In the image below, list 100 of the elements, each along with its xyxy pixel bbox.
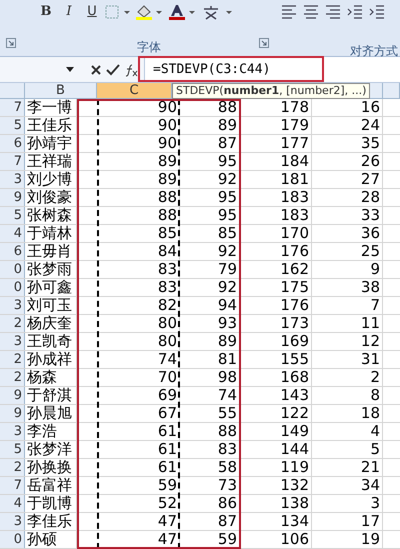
align-left-icon[interactable] (280, 3, 298, 21)
insert-function-icon[interactable] (124, 62, 138, 76)
table-cell: 92 (218, 171, 237, 188)
table-cell: 98 (218, 369, 237, 386)
table-cell: 85 (158, 225, 177, 242)
row-number: 4 (14, 495, 22, 512)
table-cell: 73 (218, 477, 237, 494)
table-cell: 119 (280, 459, 309, 476)
table-cell: 12 (360, 333, 380, 350)
decrease-indent-icon[interactable] (346, 3, 364, 21)
table-cell: 179 (280, 117, 309, 134)
table-cell: 132 (280, 477, 309, 494)
column-header[interactable]: C (97, 83, 172, 98)
table-cell: 36 (360, 225, 380, 242)
row-number: 2 (14, 315, 22, 332)
table-cell: 83 (158, 261, 177, 278)
table-cell: 81 (218, 351, 237, 368)
align-right-icon[interactable] (324, 3, 342, 21)
table-cell: 176 (280, 243, 309, 260)
table-cell: 9 (370, 261, 380, 278)
table-cell: 170 (280, 225, 309, 242)
table-cell: 26 (360, 153, 380, 170)
table-cell: 94 (218, 297, 237, 314)
table-cell: 86 (218, 495, 237, 512)
row-number: 6 (14, 135, 22, 152)
font-style-button[interactable]: I (59, 2, 79, 22)
table-cell: 于舒淇 (27, 387, 72, 404)
table-cell: 25 (360, 243, 380, 260)
table-cell: 刘俊豪 (27, 189, 72, 206)
table-cell: 89 (158, 171, 177, 188)
table-cell: 88 (218, 99, 237, 116)
table-cell: 孙换换 (27, 459, 72, 476)
row-number: 2 (14, 369, 22, 386)
table-cell: 于凯博 (27, 495, 72, 512)
table-cell: 8 (370, 387, 380, 404)
dialog-launcher-icon[interactable] (6, 38, 16, 48)
table-cell: 95 (218, 207, 237, 224)
row-number: 9 (14, 405, 22, 422)
row-number: 3 (14, 297, 22, 314)
align-center-icon[interactable] (302, 3, 320, 21)
table-cell: 王凯奇 (27, 333, 72, 350)
table-cell: 175 (280, 279, 309, 296)
table-cell: 138 (280, 495, 309, 512)
table-cell: 87 (218, 513, 237, 530)
table-cell: 刘可玉 (27, 297, 72, 314)
increase-indent-icon[interactable] (368, 3, 386, 21)
table-cell: 24 (360, 117, 380, 134)
table-cell: 74 (158, 351, 177, 368)
row-number: 9 (14, 387, 22, 404)
table-cell: 2 (370, 369, 380, 386)
table-cell: 张树森 (27, 207, 72, 224)
row-number: 7 (14, 477, 22, 494)
dialog-launcher-icon[interactable] (259, 38, 269, 48)
row-number: 6 (14, 243, 22, 260)
table-cell: 87 (218, 135, 237, 152)
checkmark-icon[interactable] (106, 64, 120, 76)
table-cell: 90 (158, 135, 177, 152)
table-cell: 34 (360, 477, 380, 494)
table-cell: 176 (280, 297, 309, 314)
row-number: 5 (14, 117, 22, 134)
table-cell: 3 (370, 495, 380, 512)
table-cell: 155 (280, 351, 309, 368)
table-cell: 80 (158, 333, 177, 350)
table-cell: 85 (218, 225, 237, 242)
table-cell: 88 (218, 423, 237, 440)
row-number: 5 (14, 441, 22, 458)
table-cell: 92 (218, 279, 237, 296)
group-label: 字体 (137, 39, 161, 56)
table-cell: 岳富祥 (27, 477, 72, 494)
font-color-icon[interactable] (167, 3, 197, 21)
table-cell: 169 (280, 333, 309, 350)
table-cell: 27 (360, 171, 380, 188)
table-cell: 王祥瑞 (27, 153, 72, 170)
table-cell: 王佳乐 (27, 117, 72, 134)
table-cell: 90 (158, 117, 177, 134)
table-cell: 184 (280, 153, 309, 170)
table-cell: 28 (360, 189, 380, 206)
row-number: 9 (14, 189, 22, 206)
font-style-button[interactable]: U (82, 2, 102, 22)
table-cell: 89 (218, 117, 237, 134)
table-cell: 35 (360, 135, 380, 152)
table-cell: 18 (360, 405, 380, 422)
table-cell: 16 (360, 99, 380, 116)
fill-color-icon[interactable] (134, 3, 164, 21)
table-cell: 19 (360, 531, 380, 548)
table-cell: 于靖林 (27, 225, 72, 242)
table-cell: 93 (218, 315, 237, 332)
table-cell: 92 (218, 243, 237, 260)
row-number: 3 (14, 333, 22, 350)
dropdown-arrow-icon[interactable] (66, 66, 74, 72)
table-cell: 52 (158, 495, 177, 512)
table-cell: 5 (370, 441, 380, 458)
table-cell: 178 (280, 99, 309, 116)
table-cell: 55 (218, 405, 237, 422)
font-style-button[interactable]: B (36, 2, 56, 22)
cancel-icon[interactable] (90, 64, 102, 76)
table-cell: 38 (360, 279, 380, 296)
table-cell: 67 (158, 405, 177, 422)
table-cell: 70 (158, 369, 177, 386)
table-cell: 4 (370, 423, 380, 440)
